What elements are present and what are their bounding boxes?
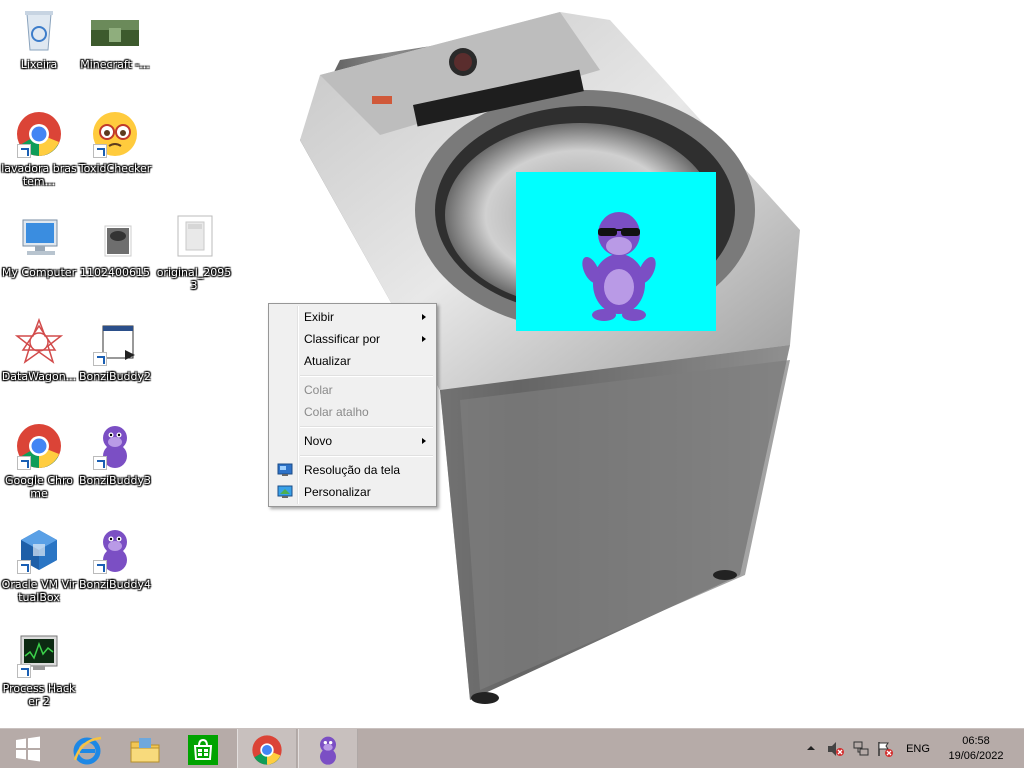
desktop-icon-label: Oracle VM VirtualBox [1,578,77,604]
computer-icon [15,214,63,262]
menu-item-label: Classificar por [304,332,381,346]
windows-start-icon [16,736,40,762]
bonzi-icon [91,422,139,470]
menu-item-label: Resolução da tela [304,463,401,477]
datawagon-icon [15,318,63,366]
process-hacker-icon [15,630,63,678]
menu-item-label: Exibir [304,310,335,324]
desktop-icon-label: DataWagon... [1,370,77,383]
taskbar-google-chrome[interactable] [237,729,297,768]
show-hidden-icons-chevron[interactable] [806,743,816,753]
display-settings-icon [277,463,293,476]
virtualbox-icon [15,526,63,574]
desktop-icon-datawagon[interactable]: DataWagon... [1,318,77,383]
menu-item-label: Personalizar [304,485,371,499]
shortcut-arrow-icon [17,144,31,158]
desktop-icon-minecraft[interactable]: Minecraft -... [77,6,153,71]
menu-item-personalizar[interactable]: Personalizar [271,481,434,503]
desktop-icon-my-computer[interactable]: My Computer [1,214,77,279]
taskbar-windows-store[interactable] [174,729,232,768]
minecraft-thumbnail-icon [91,6,139,54]
menu-item-exibir[interactable]: Exibir [271,306,434,328]
recycle-bin-icon [15,6,63,54]
washer-thumbnail-icon [91,214,139,262]
desktop-icon-google-chrome[interactable]: Google Chrome [1,422,77,500]
desktop-icon-label: Process Hacker 2 [2,682,76,708]
start-button[interactable] [0,729,58,768]
desktop-icon-virtualbox[interactable]: Oracle VM VirtualBox [1,526,77,604]
submenu-arrow-icon [422,314,426,320]
internet-explorer-icon [73,736,102,765]
menu-separator [300,455,433,457]
menu-item-classificar-por[interactable]: Classificar por [271,328,434,350]
chrome-icon [15,422,63,470]
menu-item-novo[interactable]: Novo [271,430,434,452]
clock-time: 06:58 [962,735,990,747]
desktop-wallpaper-washing-machine [300,12,800,704]
taskbar: ENG 06:58 19/06/2022 [0,728,1024,768]
shortcut-arrow-icon [93,456,107,470]
taskbar-bonzibuddy[interactable] [298,729,358,768]
desktop-icon-process-hacker[interactable]: Process Hacker 2 [1,630,77,708]
windows-store-icon [188,735,218,765]
desktop-icon-toxidchecker[interactable]: ToxidChecker [77,110,153,175]
shortcut-arrow-icon [17,456,31,470]
bonzi-setup-icon [91,318,139,366]
taskbar-clock[interactable]: 06:58 19/06/2022 [940,734,1012,764]
bonzibuddy-agent-window[interactable] [516,172,716,331]
desktop-icon-label: My Computer [1,266,77,279]
desktop-icon-lavadora[interactable]: lavadora brastem... [1,110,77,188]
shortcut-arrow-icon [93,352,107,366]
input-language-indicator[interactable]: ENG [902,729,934,768]
chrome-icon [252,735,282,765]
action-center-flag-icon[interactable] [876,740,894,758]
taskbar-file-explorer[interactable] [116,729,174,768]
personalize-icon [277,485,293,498]
menu-item-colar: Colar [271,379,434,401]
desktop-icon-label: 1102400615 [80,266,150,279]
desktop-icon-original-20953[interactable]: original_2095 3 [156,214,232,292]
desktop-icon-bonzibuddy3[interactable]: BonziBuddy3 [77,422,153,487]
desktop-context-menu: Exibir Classificar por Atualizar Colar C… [268,303,437,507]
shortcut-arrow-icon [17,560,31,574]
clock-date: 19/06/2022 [948,750,1004,762]
desktop-icon-recycle-bin[interactable]: Lixeira [1,6,77,71]
submenu-arrow-icon [422,336,426,342]
menu-item-label: Colar [304,383,333,397]
menu-separator [300,375,433,377]
washer-white-thumbnail-icon [170,214,218,262]
menu-separator [300,426,433,428]
desktop-icon-label: BonziBuddy4 [78,578,152,591]
desktop-icon-label: BonziBuddy3 [78,474,152,487]
shortcut-arrow-icon [17,664,31,678]
desktop-icon-bonzibuddy4[interactable]: BonziBuddy4 [77,526,153,591]
desktop-icon-label: Lixeira [20,58,58,71]
desktop-icon-label: Minecraft -... [80,58,150,71]
submenu-arrow-icon [422,438,426,444]
menu-item-resolucao-da-tela[interactable]: Resolução da tela [271,459,434,481]
bonzi-icon [91,526,139,574]
bonzibuddy-character-icon [582,212,656,321]
emoji-face-icon [91,110,139,158]
taskbar-internet-explorer[interactable] [58,729,116,768]
desktop-icon-label: ToxidChecker [78,162,152,175]
desktop-icon-1102400615[interactable]: 1102400615 [77,214,153,279]
desktop-icon-label: lavadora brastem... [1,162,77,188]
menu-item-colar-atalho: Colar atalho [271,401,434,423]
desktop-icon-label: Google Chrome [5,474,73,500]
desktop-icon-bonzibuddy2[interactable]: BonziBuddy2 [77,318,153,383]
shortcut-arrow-icon [93,144,107,158]
desktop-icon-label: original_2095 3 [156,266,232,292]
chrome-icon [15,110,63,158]
desktop-icon-label: BonziBuddy2 [78,370,152,383]
volume-muted-icon[interactable] [826,741,844,757]
shortcut-arrow-icon [93,560,107,574]
menu-item-label: Colar atalho [304,405,369,419]
menu-item-atualizar[interactable]: Atualizar [271,350,434,372]
file-explorer-icon [130,738,160,763]
network-icon[interactable] [852,740,870,758]
menu-item-label: Novo [304,434,333,448]
menu-item-label: Atualizar [304,354,351,368]
bonzi-icon [320,736,336,765]
